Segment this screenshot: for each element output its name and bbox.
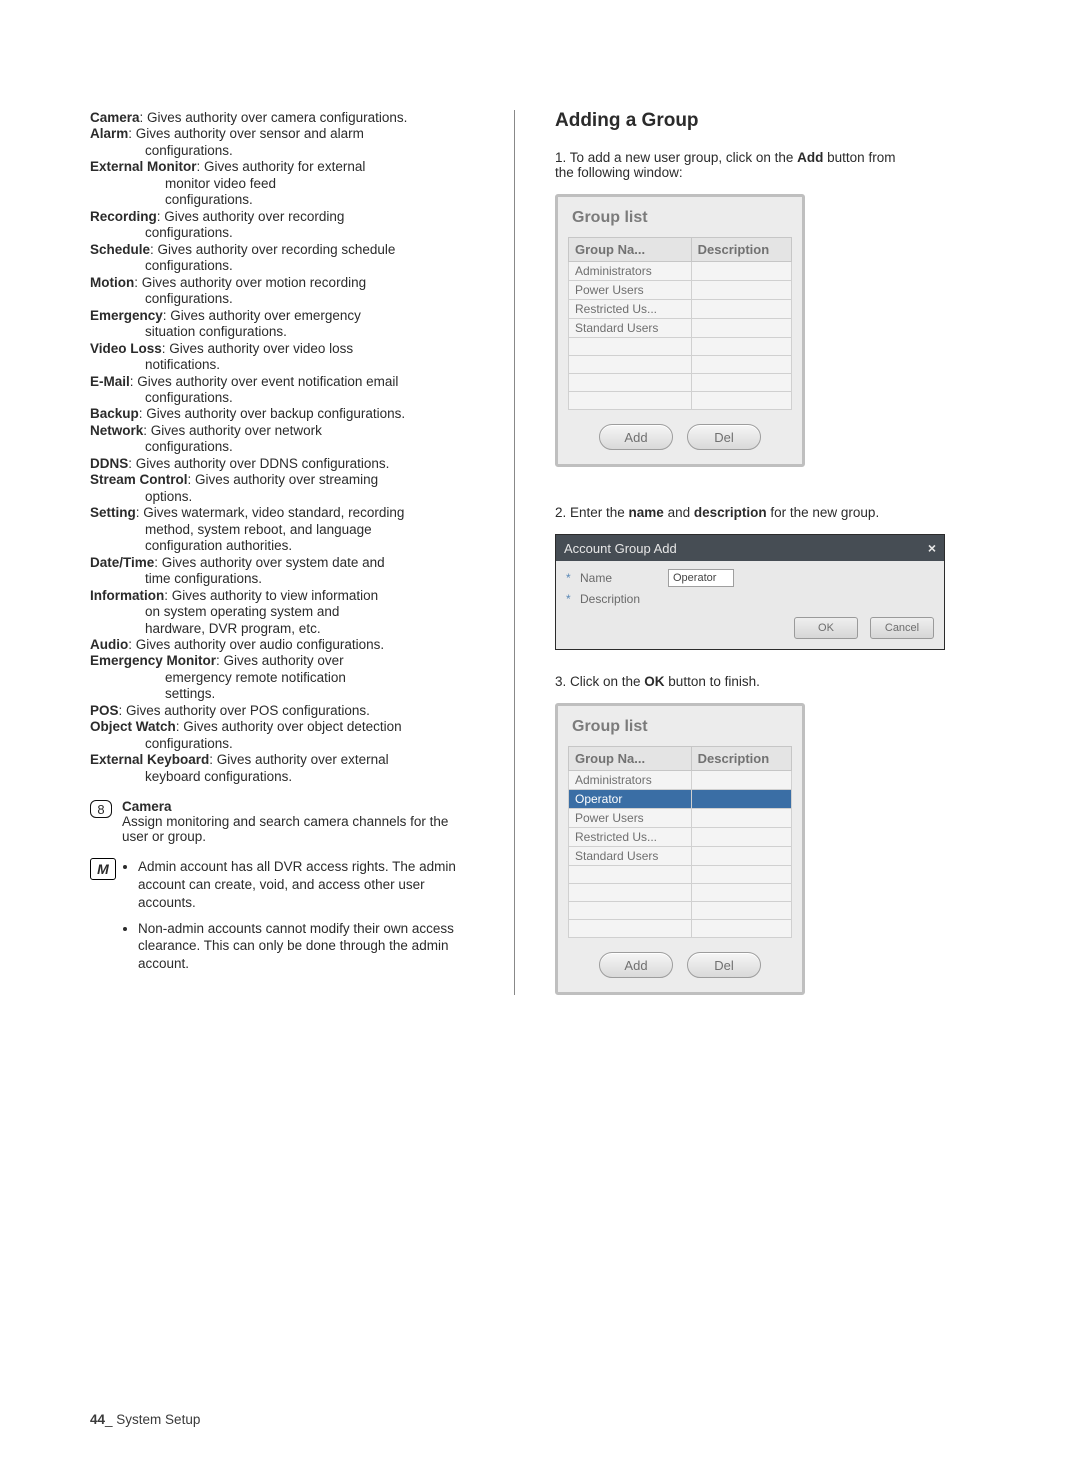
del-button[interactable]: Del [687, 424, 761, 450]
definition-item: Audio: Gives authority over audio config… [90, 637, 470, 653]
definition-item: Emergency Monitor: Gives authority overe… [90, 653, 470, 702]
note-icon: M [90, 858, 116, 880]
panel-title: Group list [572, 718, 792, 736]
instr2-b2: description [694, 505, 767, 520]
instr2-mid: and [664, 505, 694, 520]
footer-title: System Setup [116, 1412, 200, 1427]
group-table-1: Group Na... Description AdministratorsPo… [568, 237, 792, 410]
instr2-pre: 2. Enter the [555, 505, 629, 520]
table-row[interactable]: Restricted Us... [569, 300, 792, 319]
table-row[interactable] [569, 902, 792, 920]
definition-item: Information: Gives authority to view inf… [90, 588, 470, 637]
note-item: Admin account has all DVR access rights.… [138, 858, 470, 911]
table-row[interactable] [569, 866, 792, 884]
account-group-add-dialog: Account Group Add × * Name * Description [555, 534, 945, 650]
table-row[interactable] [569, 392, 792, 410]
del-button[interactable]: Del [687, 952, 761, 978]
table-row[interactable]: Power Users [569, 281, 792, 300]
ok-button[interactable]: OK [794, 617, 858, 639]
definition-item: External Keyboard: Gives authority over … [90, 752, 470, 785]
definition-item: Network: Gives authority over networkcon… [90, 423, 470, 456]
instr2-b1: name [629, 505, 664, 520]
table-row[interactable] [569, 884, 792, 902]
close-icon[interactable]: × [928, 540, 936, 556]
table-row[interactable]: Standard Users [569, 319, 792, 338]
required-asterisk: * [566, 592, 574, 606]
table-row[interactable]: Operator [569, 790, 792, 809]
footer-sep: _ [105, 1412, 116, 1427]
definition-item: External Monitor: Gives authority for ex… [90, 159, 470, 208]
step-text-camera: Assign monitoring and search camera chan… [122, 814, 470, 844]
definition-item: DDNS: Gives authority over DDNS configur… [90, 456, 470, 472]
table-row[interactable]: Restricted Us... [569, 828, 792, 847]
th-group-name[interactable]: Group Na... [569, 747, 692, 771]
definition-item: Emergency: Gives authority over emergenc… [90, 308, 470, 341]
notes-list: Admin account has all DVR access rights.… [126, 858, 470, 981]
definition-item: Setting: Gives watermark, video standard… [90, 505, 470, 554]
table-row[interactable] [569, 356, 792, 374]
step-title-camera: Camera [122, 799, 172, 814]
add-button[interactable]: Add [599, 952, 673, 978]
page-footer: 44_ System Setup [90, 1412, 200, 1427]
definition-item: Object Watch: Gives authority over objec… [90, 719, 470, 752]
table-row[interactable]: Administrators [569, 262, 792, 281]
definition-item: Stream Control: Gives authority over str… [90, 472, 470, 505]
note-item: Non-admin accounts cannot modify their o… [138, 920, 470, 973]
definition-item: Schedule: Gives authority over recording… [90, 242, 470, 275]
name-input[interactable] [668, 569, 734, 587]
required-asterisk: * [566, 571, 574, 585]
table-row[interactable] [569, 338, 792, 356]
name-label: Name [580, 571, 662, 585]
table-row[interactable] [569, 920, 792, 938]
definition-item: Recording: Gives authority over recordin… [90, 209, 470, 242]
table-row[interactable]: Administrators [569, 771, 792, 790]
table-row[interactable]: Standard Users [569, 847, 792, 866]
instruction-1: 1. To add a new user group, click on the… [555, 150, 914, 180]
definition-item: POS: Gives authority over POS configurat… [90, 703, 470, 719]
th-group-name[interactable]: Group Na... [569, 238, 692, 262]
instr3-bold: OK [644, 674, 664, 689]
instruction-3: 3. Click on the OK button to finish. [555, 674, 914, 689]
definition-item: Motion: Gives authority over motion reco… [90, 275, 470, 308]
table-row[interactable] [569, 374, 792, 392]
definition-item: Alarm: Gives authority over sensor and a… [90, 126, 470, 159]
instr3-post: button to finish. [665, 674, 760, 689]
definition-item: Camera: Gives authority over camera conf… [90, 110, 470, 126]
instr3-pre: 3. Click on the [555, 674, 644, 689]
group-list-panel-2: Group list Group Na... Description Admin… [555, 703, 805, 995]
table-row[interactable]: Power Users [569, 809, 792, 828]
group-list-panel-1: Group list Group Na... Description Admin… [555, 194, 805, 467]
definition-item: Video Loss: Gives authority over video l… [90, 341, 470, 374]
step-number-8: 8 [90, 800, 112, 818]
description-input[interactable] [668, 591, 798, 607]
definition-item: Date/Time: Gives authority over system d… [90, 555, 470, 588]
definition-item: Backup: Gives authority over backup conf… [90, 406, 470, 422]
panel-title: Group list [572, 209, 792, 227]
section-heading: Adding a Group [555, 110, 914, 132]
th-description[interactable]: Description [691, 747, 791, 771]
cancel-button[interactable]: Cancel [870, 617, 934, 639]
dialog-title: Account Group Add [564, 541, 677, 556]
th-description[interactable]: Description [691, 238, 791, 262]
add-button[interactable]: Add [599, 424, 673, 450]
page-number: 44 [90, 1412, 105, 1427]
instr1-pre: 1. To add a new user group, click on the [555, 150, 797, 165]
instr2-post: for the new group. [767, 505, 880, 520]
group-table-2: Group Na... Description AdministratorsOp… [568, 746, 792, 938]
definition-list: Camera: Gives authority over camera conf… [90, 110, 470, 785]
instruction-2: 2. Enter the name and description for th… [555, 505, 914, 520]
instr1-bold: Add [797, 150, 823, 165]
description-label: Description [580, 592, 662, 606]
definition-item: E-Mail: Gives authority over event notif… [90, 374, 470, 407]
